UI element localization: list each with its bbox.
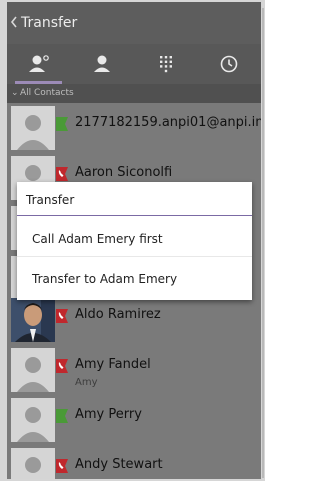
tab-dialpad[interactable]	[134, 44, 197, 84]
contact-row[interactable]: Aldo Ramirez	[7, 295, 261, 345]
on-call-flag-icon	[56, 459, 68, 473]
dialog-title: Transfer	[26, 193, 75, 207]
on-call-flag-icon	[56, 359, 68, 373]
avatar	[11, 106, 55, 150]
contact-name: Amy Fandel	[75, 357, 151, 372]
available-flag-icon	[56, 409, 68, 423]
scrollbar[interactable]	[262, 8, 264, 478]
option-label: Call Adam Emery first	[32, 232, 163, 246]
section-header-all-contacts[interactable]: ⌄ All Contacts	[7, 84, 261, 103]
chevron-left-icon	[10, 16, 17, 28]
contact-name: Aldo Ramirez	[75, 307, 161, 322]
contact-name: Aaron Siconolfi	[75, 165, 173, 180]
tab-contacts-presence[interactable]	[7, 44, 70, 84]
contact-row[interactable]: 2177182159.anpi01@anpi.im	[7, 103, 261, 153]
available-flag-icon	[56, 117, 68, 131]
contact-row[interactable]: Amy Fandel Amy	[7, 345, 261, 395]
default-avatar-icon	[17, 407, 49, 442]
avatar	[11, 398, 55, 442]
on-call-flag-icon	[56, 309, 68, 323]
person-icon	[93, 55, 110, 72]
on-call-flag-icon	[56, 167, 68, 181]
app-frame: Transfer ⌄ All Contacts 2177182159.anpi0…	[0, 0, 265, 481]
avatar-photo	[11, 298, 55, 342]
option-divider	[17, 256, 252, 257]
tab-history[interactable]	[197, 44, 260, 84]
contact-tabs	[7, 44, 261, 84]
dialpad-icon	[159, 56, 172, 73]
call-first-option[interactable]: Call Adam Emery first	[17, 218, 252, 258]
top-app-bar: Transfer	[7, 2, 261, 44]
avatar	[11, 348, 55, 392]
tab-person[interactable]	[70, 44, 133, 84]
contacts-presence-icon	[28, 55, 49, 72]
transfer-option[interactable]: Transfer to Adam Emery	[17, 258, 252, 298]
default-avatar-icon	[25, 457, 41, 473]
history-icon	[220, 55, 237, 73]
chevron-down-icon: ⌄	[11, 88, 19, 98]
option-label: Transfer to Adam Emery	[32, 272, 178, 286]
contact-row[interactable]: Amy Perry	[7, 395, 261, 445]
page-title: Transfer	[21, 15, 78, 31]
section-label: All Contacts	[20, 88, 74, 98]
avatar	[11, 448, 55, 479]
transfer-dialog: Transfer Call Adam Emery first Transfer …	[17, 182, 252, 300]
dialog-divider	[17, 215, 252, 216]
default-avatar-icon	[17, 357, 49, 392]
contact-name: Andy Stewart	[75, 457, 163, 472]
contact-subtitle: Amy	[75, 377, 98, 388]
contact-photo	[11, 298, 55, 342]
contact-row[interactable]: Andy Stewart	[7, 445, 261, 479]
contact-name: Amy Perry	[75, 407, 142, 422]
default-avatar-icon	[17, 115, 49, 150]
contact-name: 2177182159.anpi01@anpi.im	[75, 115, 261, 130]
back-button[interactable]	[10, 15, 18, 34]
